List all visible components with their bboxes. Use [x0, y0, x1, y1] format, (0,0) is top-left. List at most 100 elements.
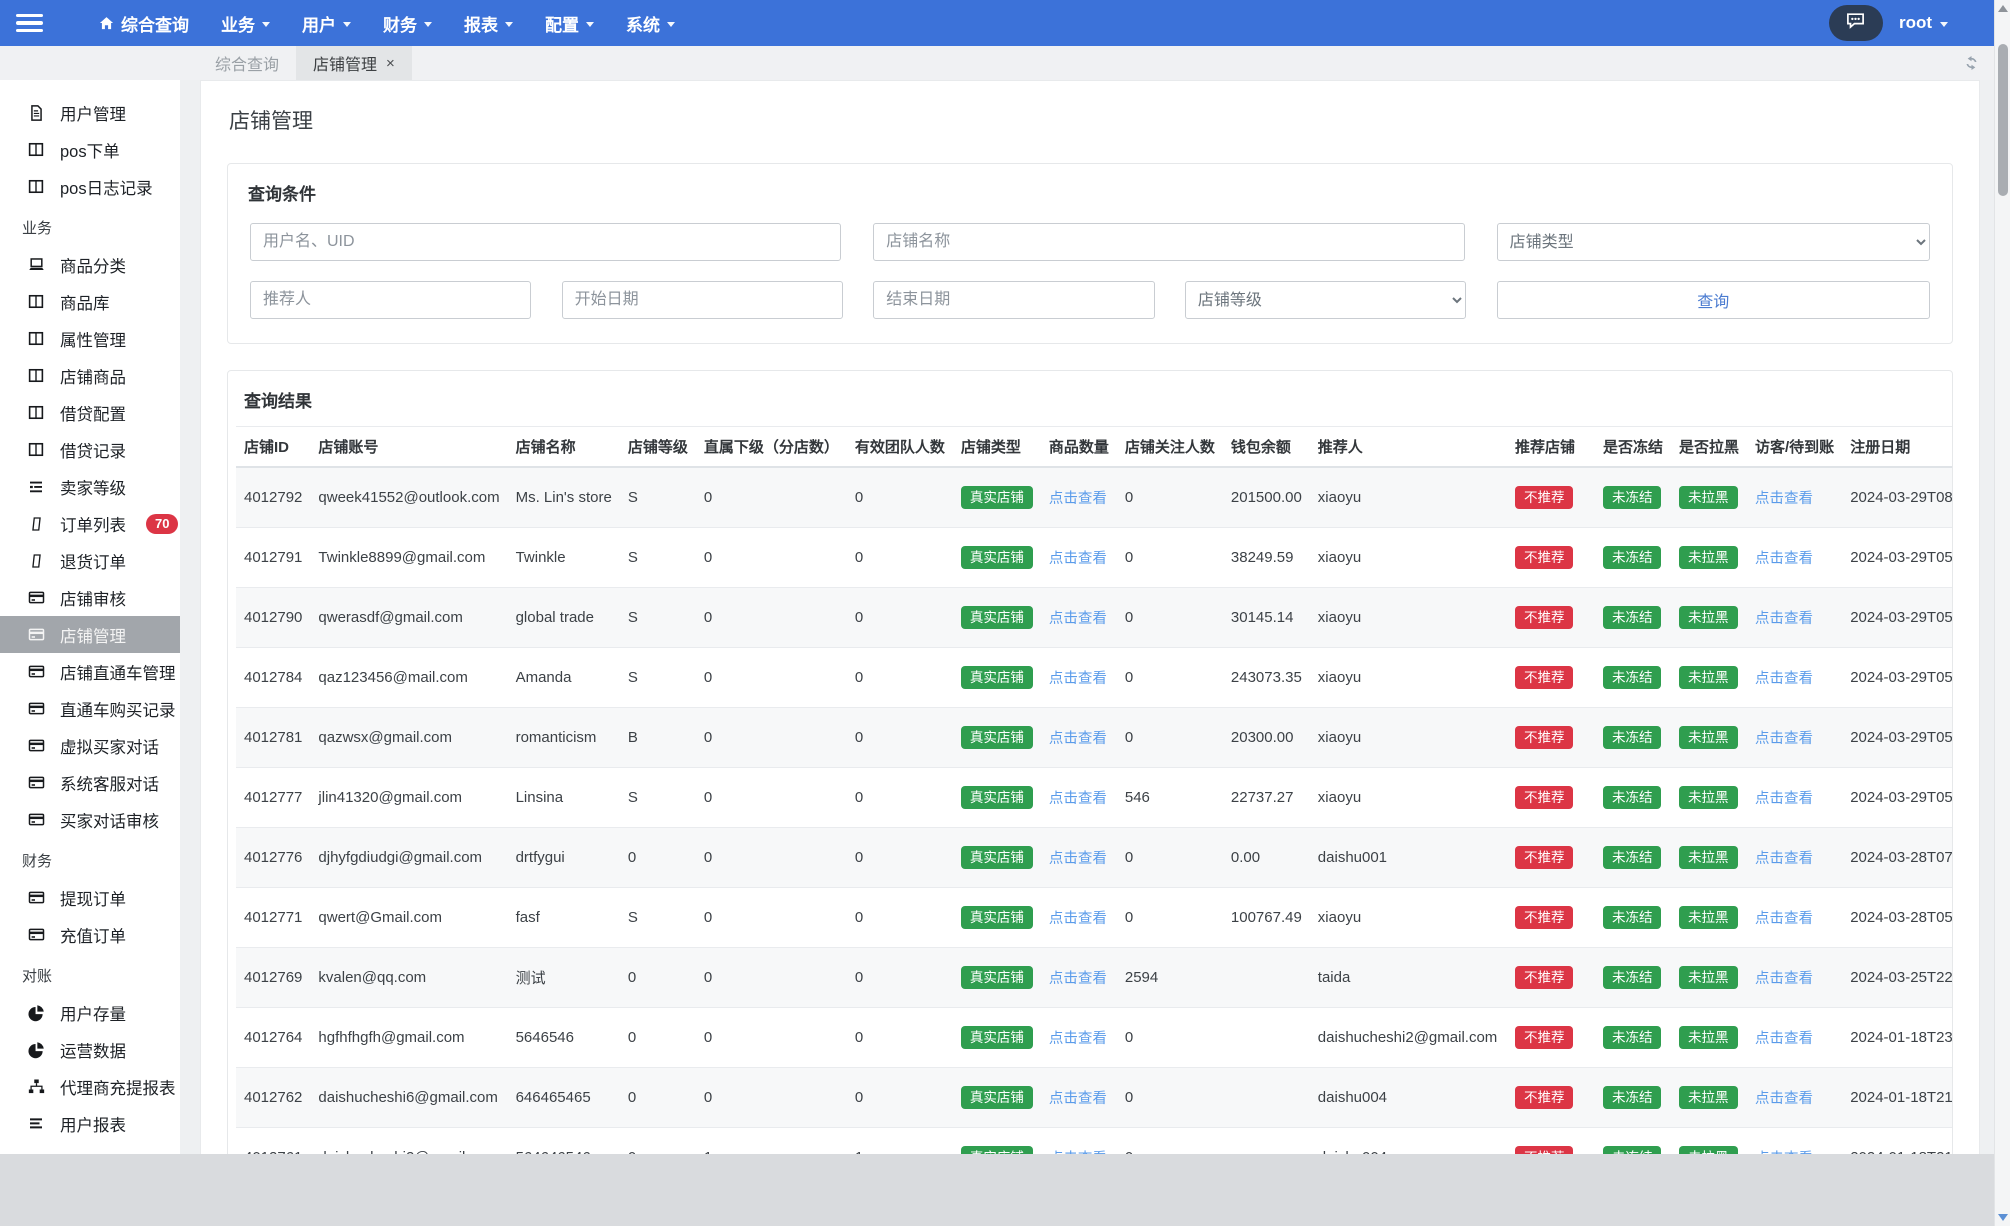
nav-item-config[interactable]: 配置 [545, 11, 594, 36]
visitor-view-link[interactable]: 点击查看 [1755, 611, 1813, 627]
sidebar-item-pos-order[interactable]: pos下单 [0, 131, 180, 168]
sidebar-item-label: 借贷记录 [60, 442, 126, 461]
frozen-badge: 未冻结 [1602, 845, 1662, 870]
recommend-badge-cell: 不推荐 [1506, 707, 1595, 768]
scroll-down-icon[interactable] [1995, 1214, 2010, 1221]
scroll-up-icon[interactable] [1995, 5, 2010, 12]
visitor-view-link[interactable]: 点击查看 [1755, 1031, 1813, 1047]
sidebar-item-shop-audit[interactable]: 店铺审核 [0, 579, 180, 616]
visitor-view-link[interactable]: 点击查看 [1755, 791, 1813, 807]
referrer-input[interactable] [250, 281, 532, 319]
goods-view-link-cell: 点击查看 [1040, 887, 1117, 948]
nav-item-finance[interactable]: 财务 [383, 11, 432, 36]
table-row: 4012784 qaz123456@mail.com Amanda S 0 0 真实店铺 点击… [236, 647, 1952, 708]
visitor-view-link[interactable]: 点击查看 [1755, 491, 1813, 507]
visitor-view-link[interactable]: 点击查看 [1755, 851, 1813, 867]
sidebar-item-goods-category[interactable]: 商品分类 [0, 246, 180, 283]
results-table: 店铺ID 店铺账号 店铺名称 店铺等级 直属下级（分店数） 有效团队人数 店铺类型 商品数量店… [236, 426, 1952, 1154]
goods-view-link[interactable]: 点击查看 [1049, 491, 1107, 507]
sidebar-item-agent-report[interactable]: 代理商充提报表 [0, 1068, 180, 1105]
username-uid-input[interactable] [250, 223, 842, 261]
nav-item-dashboard[interactable]: 综合查询 [99, 11, 189, 36]
cell-balance [1222, 947, 1310, 1008]
sidebar-item-user-stock[interactable]: 用户存量 [0, 994, 180, 1031]
sidebar-item-shop-train-management[interactable]: 店铺直通车管理 [0, 653, 180, 690]
visitor-view-link-cell: 点击查看 [1747, 1127, 1843, 1154]
cell-reg_date: 2024-03-29T08:26:55 [1842, 467, 1952, 528]
tab-shop-management[interactable]: 店铺管理 × [296, 46, 412, 80]
visitor-view-link[interactable]: 点击查看 [1755, 551, 1813, 567]
sidebar-item-shop-goods[interactable]: 店铺商品 [0, 357, 180, 394]
chevron-down-icon [586, 21, 594, 27]
sidebar-item-goods-library[interactable]: 商品库 [0, 283, 180, 320]
cell-reg_date: 2024-03-29T05:42:45 [1842, 587, 1952, 648]
visitor-view-link-cell: 点击查看 [1747, 587, 1843, 648]
goods-view-link[interactable]: 点击查看 [1049, 671, 1107, 687]
sidebar-item-pos-log[interactable]: pos日志记录 [0, 168, 180, 205]
sidebar-item-train-purchase-records[interactable]: 直通车购买记录 [0, 690, 180, 727]
goods-view-link[interactable]: 点击查看 [1049, 971, 1107, 987]
sidebar-item-seller-level[interactable]: 卖家等级 [0, 468, 180, 505]
user-menu[interactable]: root [1899, 13, 1948, 33]
visitor-view-link[interactable]: 点击查看 [1755, 911, 1813, 927]
sidebar-item-user-management[interactable]: 用户管理 [0, 94, 180, 131]
menu-toggle-icon[interactable] [16, 13, 43, 33]
sidebar-item-withdraw-orders[interactable]: 提现订单 [0, 879, 180, 916]
sidebar-item-operation-data[interactable]: 运营数据 [0, 1031, 180, 1068]
blacklist-badge: 未拉黑 [1679, 1085, 1738, 1110]
shop-level-select[interactable]: 店铺等级 [1184, 281, 1467, 319]
sidebar-item-order-list[interactable]: 订单列表 70 [0, 505, 180, 542]
goods-view-link[interactable]: 点击查看 [1049, 551, 1107, 567]
sidebar-item-loan-records[interactable]: 借贷记录 [0, 431, 180, 468]
sidebar-item-user-report[interactable]: 用户报表 [0, 1105, 180, 1142]
sidebar-item-virtual-buyer-chat[interactable]: 虚拟买家对话 [0, 727, 180, 764]
shop-type-badge-cell: 真实店铺 [952, 1127, 1041, 1154]
tab-dashboard[interactable]: 综合查询 [198, 46, 296, 80]
goods-view-link[interactable]: 点击查看 [1049, 791, 1107, 807]
sidebar-item-label: 店铺审核 [60, 590, 126, 609]
goods-view-link[interactable]: 点击查看 [1049, 1091, 1107, 1107]
goods-view-link[interactable]: 点击查看 [1049, 731, 1107, 747]
goods-view-link[interactable]: 点击查看 [1049, 611, 1107, 627]
shop-type-select[interactable]: 店铺类型 [1496, 223, 1930, 261]
cell-balance: 22737.27 [1222, 767, 1310, 828]
sidebar-item-shop-management[interactable]: 店铺管理 [0, 616, 180, 653]
shop-name-input[interactable] [873, 223, 1465, 261]
vertical-scrollbar[interactable] [1994, 0, 2010, 1226]
sidebar-item-system-service-chat[interactable]: 系统客服对话 [0, 764, 180, 801]
blacklist-badge: 未拉黑 [1679, 1025, 1738, 1050]
card-icon [26, 889, 46, 906]
nav-item-users[interactable]: 用户 [302, 11, 351, 36]
visitor-view-link[interactable]: 点击查看 [1755, 1091, 1813, 1107]
sidebar-item-attribute-management[interactable]: 属性管理 [0, 320, 180, 357]
scrollbar-thumb[interactable] [1997, 44, 2008, 196]
goods-view-link[interactable]: 点击查看 [1049, 911, 1107, 927]
visitor-view-link[interactable]: 点击查看 [1755, 731, 1813, 747]
visitor-view-link-cell: 点击查看 [1747, 647, 1843, 708]
refresh-icon[interactable] [1963, 55, 1980, 72]
visitor-view-link-cell: 点击查看 [1747, 767, 1843, 828]
cell-reg_date: 2024-03-28T05:05:02 [1842, 887, 1952, 948]
cell-account: jlin41320@gmail.com [310, 767, 508, 828]
goods-view-link[interactable]: 点击查看 [1049, 1031, 1107, 1047]
search-button[interactable]: 查询 [1496, 281, 1930, 319]
page-footer [0, 1154, 2010, 1226]
end-date-input[interactable] [873, 281, 1155, 319]
list-icon [26, 1116, 46, 1132]
sidebar-item-loan-config[interactable]: 借贷配置 [0, 394, 180, 431]
goods-view-link[interactable]: 点击查看 [1049, 851, 1107, 867]
chat-button[interactable] [1828, 5, 1883, 41]
goods-view-link-cell: 点击查看 [1040, 947, 1117, 1008]
sidebar-item-buyer-chat-audit[interactable]: 买家对话审核 [0, 801, 180, 838]
visitor-view-link[interactable]: 点击查看 [1755, 671, 1813, 687]
recommend-badge: 不推荐 [1514, 485, 1574, 510]
sidebar-item-recharge-orders[interactable]: 充值订单 [0, 916, 180, 953]
visitor-view-link[interactable]: 点击查看 [1755, 971, 1813, 987]
close-icon[interactable]: × [386, 56, 395, 71]
nav-item-reports[interactable]: 报表 [464, 11, 513, 36]
start-date-input[interactable] [561, 281, 844, 319]
frozen-badge-cell: 未冻结 [1594, 587, 1671, 648]
nav-item-system[interactable]: 系统 [626, 11, 675, 36]
nav-item-business[interactable]: 业务 [221, 11, 270, 36]
sidebar-item-return-orders[interactable]: 退货订单 [0, 542, 180, 579]
